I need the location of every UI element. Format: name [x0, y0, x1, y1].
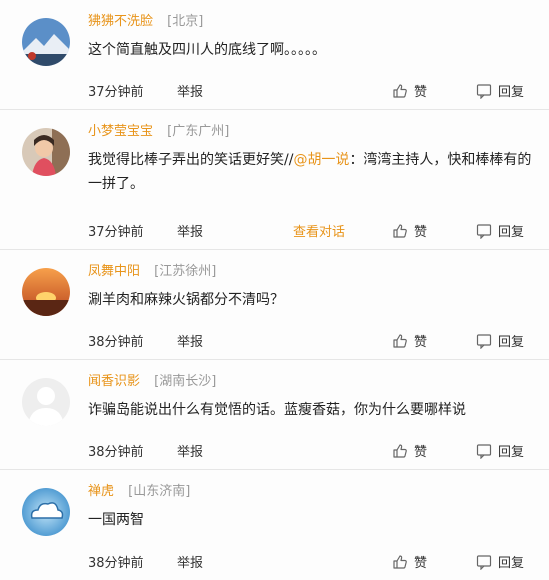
avatar[interactable]	[22, 488, 70, 536]
reply-label: 回复	[498, 225, 525, 240]
username-link[interactable]: 凤舞中阳	[88, 264, 140, 279]
reply-label: 回复	[498, 556, 525, 571]
like-button[interactable]: 赞	[392, 81, 427, 100]
username-link[interactable]: 闻香识影	[88, 374, 140, 389]
like-button[interactable]: 赞	[392, 441, 427, 460]
reply-button[interactable]: 回复	[476, 331, 524, 350]
thumbs-up-icon	[393, 555, 407, 569]
timestamp: 37分钟前	[88, 85, 144, 100]
like-label: 赞	[414, 85, 428, 100]
comment-icon	[476, 224, 492, 239]
mention-link[interactable]: @胡一说	[293, 152, 349, 168]
comment-actions: 38分钟前 举报 赞 回复	[0, 331, 549, 351]
report-button[interactable]: 举报	[177, 221, 203, 240]
location-tag: [江苏徐州]	[154, 264, 217, 279]
reply-label: 回复	[498, 85, 525, 100]
avatar[interactable]	[22, 268, 70, 316]
avatar-image	[22, 128, 70, 176]
report-button[interactable]: 举报	[177, 331, 203, 350]
comment-text: 这个简直触及四川人的底线了啊。。。。。	[88, 42, 326, 58]
reply-button[interactable]: 回复	[476, 81, 524, 100]
timestamp: 37分钟前	[88, 225, 144, 240]
avatar-image	[22, 18, 70, 66]
comment-feed: 狒狒不洗脸 [北京] 这个简直触及四川人的底线了啊。。。。。 37分钟前 举报 …	[0, 0, 549, 580]
reply-button[interactable]: 回复	[476, 552, 524, 571]
comment-text-part: 我觉得比棒子弄出的笑话更好笑//	[88, 152, 294, 168]
avatar-image	[22, 268, 70, 316]
username-link[interactable]: 小梦莹宝宝	[88, 124, 153, 139]
view-conversation-link[interactable]: 查看对话	[293, 221, 345, 240]
comment-text: 诈骗岛能说出什么有觉悟的话。蓝瘦香菇，你为什么要哪样说	[88, 402, 466, 418]
comment-actions: 37分钟前 举报 查看对话 赞 回复	[0, 221, 549, 241]
timestamp: 38分钟前	[88, 445, 144, 460]
comment-icon	[476, 555, 492, 570]
timestamp: 38分钟前	[88, 556, 144, 571]
comment-text: 一国两智	[88, 512, 144, 528]
location-tag: [广东广州]	[167, 124, 230, 139]
thumbs-up-icon	[393, 84, 407, 98]
comment-item: 闻香识影 [湖南长沙] 诈骗岛能说出什么有觉悟的话。蓝瘦香菇，你为什么要哪样说 …	[0, 360, 549, 470]
comment-item: 小梦莹宝宝 [广东广州] 我觉得比棒子弄出的笑话更好笑//@胡一说：湾湾主持人，…	[0, 110, 549, 250]
username-link[interactable]: 禅虎	[88, 484, 114, 499]
comment-icon	[476, 84, 492, 99]
comment-actions: 38分钟前 举报 赞 回复	[0, 441, 549, 461]
report-button[interactable]: 举报	[177, 441, 203, 460]
location-tag: [湖南长沙]	[154, 374, 217, 389]
comment-actions: 37分钟前 举报 赞 回复	[0, 81, 549, 101]
thumbs-up-icon	[393, 224, 407, 238]
comment-item: 狒狒不洗脸 [北京] 这个简直触及四川人的底线了啊。。。。。 37分钟前 举报 …	[0, 0, 549, 110]
avatar[interactable]	[22, 128, 70, 176]
location-tag: [北京]	[167, 14, 204, 29]
comment-icon	[476, 444, 492, 459]
like-label: 赞	[414, 335, 428, 350]
report-button[interactable]: 举报	[177, 552, 203, 571]
like-label: 赞	[414, 556, 428, 571]
like-button[interactable]: 赞	[392, 331, 427, 350]
timestamp: 38分钟前	[88, 335, 144, 350]
cloud-avatar-icon	[22, 488, 70, 536]
like-label: 赞	[414, 445, 428, 460]
comment-actions: 38分钟前 举报 赞 回复	[0, 552, 549, 572]
comment-text: 我觉得比棒子弄出的笑话更好笑//@胡一说：湾湾主持人，快和棒棒有的一拼了。	[88, 148, 533, 196]
reply-button[interactable]: 回复	[476, 441, 524, 460]
reply-button[interactable]: 回复	[476, 221, 524, 240]
report-button[interactable]: 举报	[177, 81, 203, 100]
reply-label: 回复	[498, 445, 525, 460]
username-link[interactable]: 狒狒不洗脸	[88, 14, 153, 29]
thumbs-up-icon	[393, 444, 407, 458]
location-tag: [山东济南]	[128, 484, 191, 499]
reply-label: 回复	[498, 335, 525, 350]
like-button[interactable]: 赞	[392, 221, 427, 240]
like-label: 赞	[414, 225, 428, 240]
thumbs-up-icon	[393, 334, 407, 348]
comment-text: 涮羊肉和麻辣火锅都分不清吗？	[88, 292, 284, 308]
comment-item: 禅虎 [山东济南] 一国两智 38分钟前 举报 赞 回复	[0, 470, 549, 580]
avatar[interactable]	[22, 18, 70, 66]
comment-icon	[476, 334, 492, 349]
default-avatar-icon	[22, 378, 70, 426]
like-button[interactable]: 赞	[392, 552, 427, 571]
avatar[interactable]	[22, 378, 70, 426]
comment-item: 凤舞中阳 [江苏徐州] 涮羊肉和麻辣火锅都分不清吗？ 38分钟前 举报 赞 回复	[0, 250, 549, 360]
